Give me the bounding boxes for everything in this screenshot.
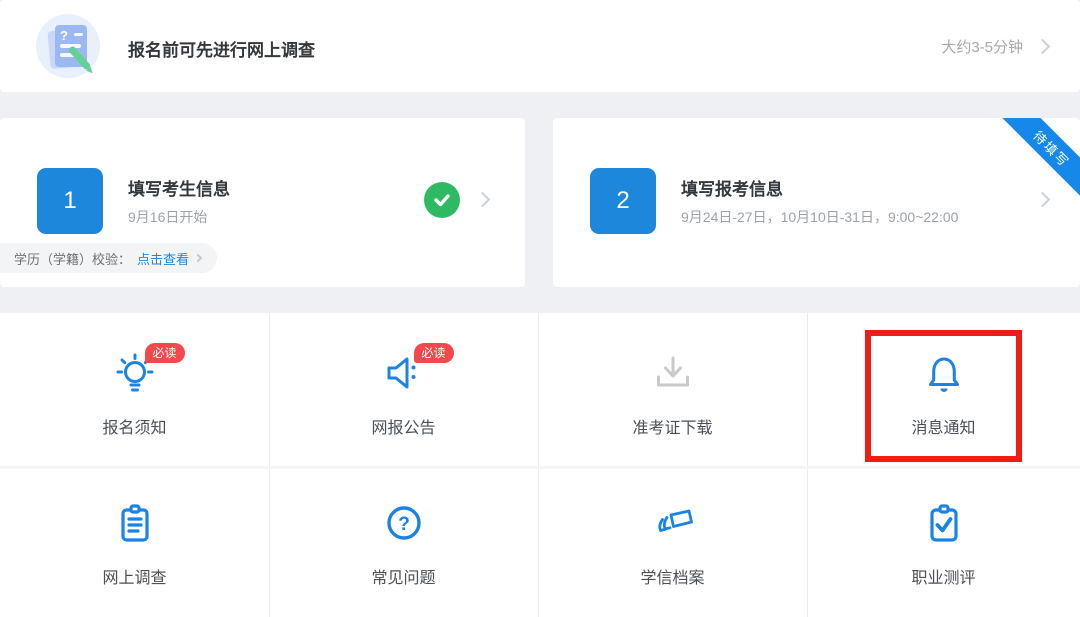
chevron-right-icon[interactable] bbox=[475, 192, 491, 208]
banner-title: 报名前可先进行网上调查 bbox=[128, 36, 315, 61]
education-verification-pill: 学历（学籍）校验： 点击查看 bbox=[0, 243, 217, 273]
must-read-badge: 必读 bbox=[145, 343, 185, 363]
menu-item-online-survey[interactable]: 网上调查 bbox=[0, 469, 269, 617]
menu-item-announcement[interactable]: 必读 网报公告 bbox=[269, 313, 538, 466]
registration-dashboard: ? 报名前可先进行网上调查 大约3-5分钟 1 填写考生信息 9月16日开始 学… bbox=[0, 0, 1080, 617]
chevron-right-icon[interactable] bbox=[1035, 38, 1051, 54]
bell-icon bbox=[920, 349, 968, 397]
question-circle-icon: ? bbox=[380, 499, 428, 547]
menu-item-notifications[interactable]: 消息通知 bbox=[807, 313, 1080, 466]
menu-item-notice[interactable]: 必读 报名须知 bbox=[0, 313, 269, 466]
survey-banner[interactable]: ? 报名前可先进行网上调查 大约3-5分钟 bbox=[0, 0, 1080, 92]
menu-item-label: 网上调查 bbox=[102, 564, 166, 588]
pending-ribbon: 待填写 bbox=[1001, 118, 1080, 200]
verification-label: 学历（学籍）校验： bbox=[14, 249, 131, 268]
menu-item-admission-ticket-download[interactable]: 准考证下载 bbox=[538, 313, 807, 466]
documents-fan-icon bbox=[649, 499, 697, 547]
menu-item-label: 网报公告 bbox=[371, 414, 435, 438]
chevron-right-icon bbox=[194, 254, 202, 262]
menu-item-label: 职业测评 bbox=[911, 564, 975, 588]
step-title: 填写考生信息 bbox=[128, 175, 230, 200]
check-circle-icon bbox=[424, 182, 460, 218]
step-number-badge: 1 bbox=[37, 168, 103, 234]
menu-item-label: 报名须知 bbox=[102, 414, 166, 438]
menu-item-label: 准考证下载 bbox=[632, 414, 712, 438]
banner-duration: 大约3-5分钟 bbox=[941, 36, 1023, 57]
must-read-badge: 必读 bbox=[414, 343, 454, 363]
step-title: 填写报考信息 bbox=[681, 175, 783, 200]
clipboard-icon bbox=[111, 499, 159, 547]
step-subtitle: 9月16日开始 bbox=[128, 207, 207, 227]
chevron-right-icon[interactable] bbox=[1035, 192, 1051, 208]
download-icon bbox=[649, 349, 697, 397]
menu-item-chsi-archive[interactable]: 学信档案 bbox=[538, 469, 807, 617]
menu-item-faq[interactable]: ? 常见问题 bbox=[269, 469, 538, 617]
clipboard-check-icon bbox=[920, 499, 968, 547]
menu-item-label: 消息通知 bbox=[911, 414, 975, 438]
menu-item-career-assessment[interactable]: 职业测评 bbox=[807, 469, 1080, 617]
verification-view-link[interactable]: 点击查看 bbox=[137, 249, 189, 268]
step-card-application-info[interactable]: 2 填写报考信息 9月24日-27日，10月10日-31日，9:00~22:00… bbox=[553, 118, 1080, 287]
menu-item-label: 学信档案 bbox=[640, 564, 704, 588]
step-card-candidate-info[interactable]: 1 填写考生信息 9月16日开始 学历（学籍）校验： 点击查看 bbox=[0, 118, 525, 287]
menu-item-label: 常见问题 bbox=[371, 564, 435, 588]
svg-text:?: ? bbox=[398, 514, 410, 535]
step-subtitle: 9月24日-27日，10月10日-31日，9:00~22:00 bbox=[681, 207, 958, 227]
step-number-badge: 2 bbox=[590, 168, 656, 234]
survey-doc-icon: ? bbox=[36, 14, 100, 78]
